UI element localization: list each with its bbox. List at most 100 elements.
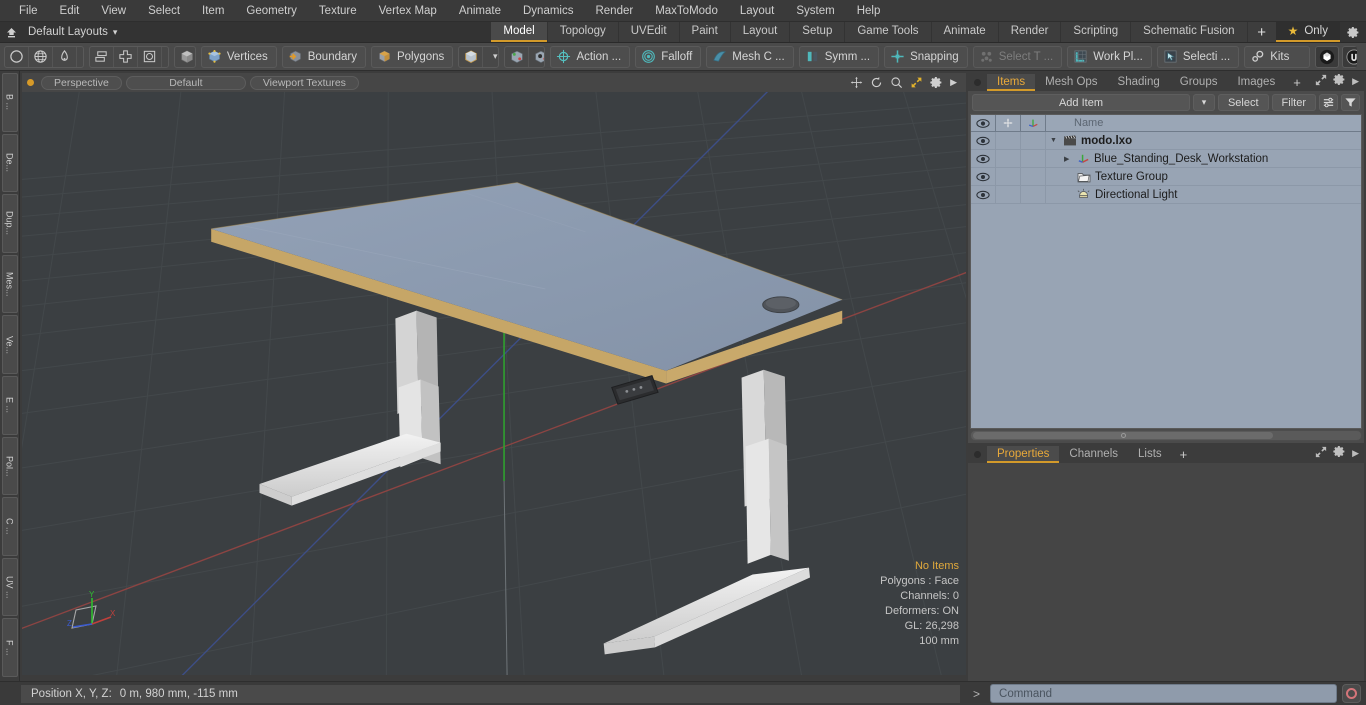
cube-gold-icon[interactable] [459,46,484,67]
add-properties-tab-button[interactable]: + [1172,447,1196,463]
record-icon[interactable] [1342,684,1361,703]
panel-tab-images[interactable]: Images [1227,74,1286,91]
menu-item-system[interactable]: System [785,0,845,22]
menu-item-geometry[interactable]: Geometry [235,0,308,22]
layout-tab-layout[interactable]: Layout [730,22,790,42]
layout-tab-model[interactable]: Model [491,22,547,42]
item-tree-row-name[interactable]: ▼ modo.lxo [1046,135,1361,147]
properties-tab-lists[interactable]: Lists [1128,446,1172,463]
add-item-button[interactable]: Add Item [972,94,1190,111]
item-tree-row-name[interactable]: ▶ Blue_Standing_Desk_Workstation [1046,152,1361,165]
eye-icon[interactable] [971,132,996,149]
layout-tab-uvedit[interactable]: UVEdit [618,22,679,42]
layout-tab-schematic-fusion[interactable]: Schematic Fusion [1131,22,1247,42]
add-panel-tab-button[interactable]: + [1285,75,1309,91]
rotate-circle-icon[interactable] [162,47,169,67]
vertical-tool-tab-3[interactable]: Mes... [1,254,18,314]
panel-tab-shading[interactable]: Shading [1107,74,1170,91]
item-tree-horizontal-scrollbar[interactable] [970,430,1362,441]
layout-tab-setup[interactable]: Setup [790,22,845,42]
item-lock-cell[interactable] [996,168,1021,185]
item-tree-row[interactable]: ▶ Blue_Standing_Desk_Workstation [971,150,1361,168]
right-arrow-icon[interactable]: ▶ [1352,76,1359,87]
rotate-icon[interactable] [870,76,883,89]
item-transform-cell[interactable] [1021,168,1046,185]
snap-cube-b-icon[interactable] [529,47,545,67]
command-input[interactable]: Command [990,684,1337,703]
select-through-button[interactable]: Select T ... [972,45,1063,68]
item-lock-cell[interactable] [996,150,1021,167]
menu-item-vertex-map[interactable]: Vertex Map [368,0,448,22]
kits-button[interactable]: Kits [1244,45,1311,68]
viewport-style-selector[interactable]: Default [125,75,246,90]
vertical-tool-tab-8[interactable]: UV ... [1,557,18,617]
panel-tab-mesh-ops[interactable]: Mesh Ops [1035,74,1108,91]
item-lock-cell[interactable] [996,186,1021,203]
lasso-select-icon[interactable] [77,47,83,67]
eye-icon[interactable] [971,168,996,185]
menu-item-render[interactable]: Render [584,0,644,22]
move-cross-icon[interactable] [114,46,139,67]
properties-tab-properties[interactable]: Properties [987,446,1060,463]
eye-icon[interactable] [971,150,996,167]
gear-icon[interactable] [1333,445,1346,461]
layout-tab-animate[interactable]: Animate [931,22,998,42]
unity-icon[interactable] [1315,45,1340,68]
item-lock-cell[interactable] [996,132,1021,149]
expand-arrows-icon[interactable] [1315,446,1327,461]
right-arrow-icon[interactable]: ▶ [1352,448,1359,459]
panel-tab-items[interactable]: Items [987,74,1036,91]
chevron-down-icon[interactable]: ▾ [483,47,498,67]
selection-set-button[interactable]: Selecti ... [1156,45,1240,68]
paint-select-icon[interactable] [53,46,77,67]
only-toggle[interactable]: ★ Only [1275,22,1340,42]
layout-tab-topology[interactable]: Topology [547,22,618,42]
3d-viewport[interactable]: No Items Polygons : Face Channels: 0 Def… [22,92,966,675]
vertical-tool-tab-7[interactable]: C ... [1,497,18,556]
item-transform-cell[interactable] [1021,186,1046,203]
zoom-icon[interactable] [890,76,903,89]
snapping-button[interactable]: Snapping [884,45,968,68]
vertical-tool-tab-1[interactable]: De... [1,133,18,193]
menu-item-select[interactable]: Select [137,0,191,22]
item-transform-cell[interactable] [1021,132,1046,149]
item-transform-cell[interactable] [1021,150,1046,167]
boundary-mode-button[interactable]: Boundary [281,45,366,68]
layout-tab-game-tools[interactable]: Game Tools [845,22,931,42]
gear-icon[interactable] [1333,73,1346,89]
viewport-projection-selector[interactable]: Perspective [41,75,122,90]
vertical-tool-tab-0[interactable]: B ... [1,73,18,132]
vertical-tool-tab-4[interactable]: Ve... [1,315,18,374]
menu-item-edit[interactable]: Edit [49,0,91,22]
add-layout-tab-button[interactable]: + [1247,22,1276,42]
menu-item-maxtomodo[interactable]: MaxToModo [644,0,729,22]
unreal-icon[interactable] [1342,45,1357,68]
select-button[interactable]: Select [1217,94,1269,111]
add-item-dropdown[interactable]: ▾ [1192,94,1215,111]
globe-select-icon[interactable] [29,46,53,67]
circle-select-icon[interactable] [5,46,29,67]
pan-icon[interactable] [850,76,863,89]
mesh-constraint-button[interactable]: Mesh C ... [706,45,794,68]
layout-tab-paint[interactable]: Paint [679,22,730,42]
expand-arrows-icon[interactable] [1315,74,1327,89]
list-options-icon[interactable] [1319,94,1338,111]
work-plane-button[interactable]: Work Pl... [1067,45,1152,68]
vertical-tool-tab-5[interactable]: E ... [1,375,18,435]
symmetry-button[interactable]: Symm ... [798,45,880,68]
item-tree-row-name[interactable]: Directional Light [1046,188,1361,201]
default-layouts-dropdown[interactable]: Default Layouts ▾ [22,22,127,42]
vertical-tool-tab-2[interactable]: Dup... [1,194,18,253]
maximize-icon[interactable] [910,76,923,89]
viewport-menu-arrow-icon[interactable]: ▶ [950,77,957,88]
snap-cube-a-icon[interactable] [505,46,530,67]
layout-tab-scripting[interactable]: Scripting [1061,22,1131,42]
viewport-gear-icon[interactable] [930,76,943,89]
item-tree-row[interactable]: Texture Group [971,168,1361,186]
menu-item-dynamics[interactable]: Dynamics [512,0,584,22]
item-tree-row[interactable]: ▼ modo.lxo [971,132,1361,150]
item-tree-row-name[interactable]: Texture Group [1046,171,1361,183]
filter-button[interactable]: Filter [1271,94,1316,111]
funnel-icon[interactable] [1341,94,1360,111]
menu-item-file[interactable]: File [8,0,49,22]
